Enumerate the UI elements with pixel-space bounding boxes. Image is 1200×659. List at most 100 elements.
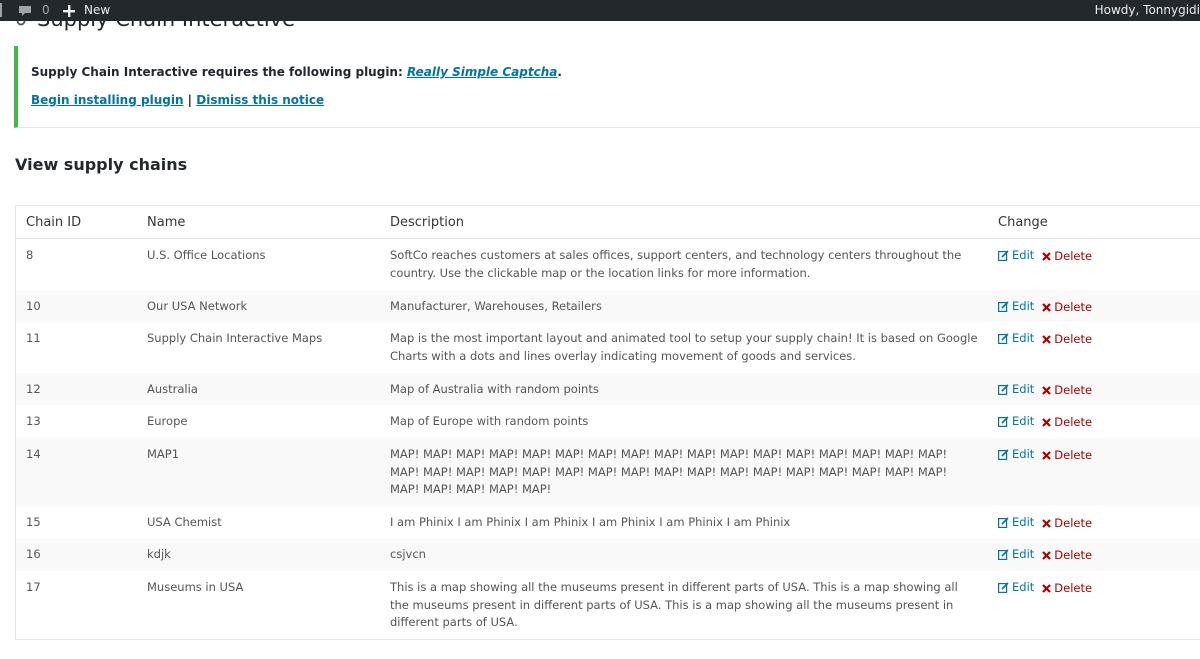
section-heading: View supply chains: [15, 155, 188, 174]
table-header: Chain ID Name Description Change: [16, 206, 1200, 239]
plugin-notice: Supply Chain Interactive requires the fo…: [14, 46, 1200, 128]
edit-button[interactable]: Edit: [998, 330, 1034, 348]
chain-name-cell: U.S. Office Locations: [147, 248, 266, 262]
edit-button[interactable]: Edit: [998, 514, 1034, 532]
user-greeting[interactable]: Howdy, Tonnygidi: [1095, 0, 1200, 21]
comments-link[interactable]: 0: [18, 0, 50, 21]
table-row: 12 Australia Map of Australia with random …: [16, 373, 1200, 405]
supply-chains-table: Chain ID Name Description Change 8 U.S. O…: [15, 205, 1200, 640]
header-description: Description: [390, 215, 465, 230]
chain-description-cell: MAP! MAP! MAP! MAP! MAP! MAP! MAP! MAP! …: [390, 447, 948, 496]
notice-message: Supply Chain Interactive requires the fo…: [31, 65, 562, 79]
delete-label: Delete: [1054, 332, 1093, 346]
page-title: Supply Chain Interactive: [15, 21, 295, 31]
table-row: 15 USA Chemist I am Phinix I am Phinix I a…: [16, 506, 1200, 538]
comment-count: 0: [42, 3, 50, 17]
page-title-area: Supply Chain Interactive: [15, 21, 615, 33]
edit-label: Edit: [1012, 515, 1035, 529]
dismiss-notice-link[interactable]: Dismiss this notice: [196, 93, 324, 107]
header-change: Change: [998, 215, 1048, 230]
delete-button[interactable]: Delete: [1042, 299, 1092, 317]
edit-icon: [998, 333, 1009, 345]
change-cell: Edit Delete: [998, 298, 1092, 318]
notice-separator: |: [187, 93, 193, 107]
table-row: 17 Museums in USA This is a map showing al…: [16, 571, 1200, 639]
chain-name-cell: Australia: [147, 382, 198, 396]
plugin-link[interactable]: Really Simple Captcha: [407, 65, 557, 79]
chain-name-cell: Museums in USA: [147, 580, 244, 594]
delete-button[interactable]: Delete: [1042, 447, 1092, 465]
edit-label: Edit: [1012, 248, 1035, 262]
edit-icon: [998, 517, 1009, 529]
delete-label: Delete: [1054, 300, 1093, 314]
edit-button[interactable]: Edit: [998, 446, 1034, 464]
chain-id-cell: 17: [26, 580, 41, 594]
edit-button[interactable]: Edit: [998, 579, 1034, 597]
edit-icon: [998, 582, 1009, 594]
chain-description-cell: This is a map showing all the museums pr…: [390, 580, 958, 629]
change-cell: Edit Delete: [998, 446, 1092, 466]
chain-name-cell: MAP1: [147, 447, 180, 461]
header-chain-id: Chain ID: [26, 215, 82, 230]
chain-id-cell: 16: [26, 547, 41, 561]
table-row: 11 Supply Chain Interactive Maps Map is th…: [16, 322, 1200, 373]
table-row: 13 Europe Map of Europe with random points…: [16, 405, 1200, 438]
chain-id-cell: 10: [26, 299, 41, 313]
plus-icon: [63, 4, 75, 17]
delete-icon: [1042, 551, 1052, 561]
admin-bar: 0 New Howdy, Tonnygidi: [0, 0, 1200, 21]
delete-button[interactable]: Delete: [1042, 382, 1092, 400]
chain-name-cell: Supply Chain Interactive Maps: [147, 331, 323, 345]
delete-label: Delete: [1054, 383, 1093, 397]
chain-name-cell: Europe: [147, 414, 188, 428]
edit-icon: [998, 449, 1009, 461]
notice-message-text: Supply Chain Interactive requires the fo…: [31, 65, 403, 79]
delete-button[interactable]: Delete: [1042, 547, 1092, 565]
chain-description-cell: I am Phinix I am Phinix I am Phinix I am…: [390, 515, 791, 529]
edit-label: Edit: [1012, 547, 1035, 561]
edit-label: Edit: [1012, 414, 1035, 428]
admin-bar-edge: [0, 3, 2, 17]
delete-button[interactable]: Delete: [1042, 515, 1092, 533]
delete-label: Delete: [1054, 548, 1093, 562]
change-cell: Edit Delete: [998, 579, 1092, 599]
edit-button[interactable]: Edit: [998, 247, 1034, 265]
change-cell: Edit Delete: [998, 546, 1092, 566]
edit-button[interactable]: Edit: [998, 546, 1034, 564]
chain-name-cell: Our USA Network: [147, 299, 248, 313]
new-content-button[interactable]: New: [63, 0, 110, 21]
edit-label: Edit: [1012, 580, 1035, 594]
edit-button[interactable]: Edit: [998, 298, 1034, 316]
delete-icon: [1042, 418, 1052, 428]
delete-label: Delete: [1054, 581, 1093, 595]
chain-description-cell: Manufacturer, Warehouses, Retailers: [390, 299, 602, 313]
delete-button[interactable]: Delete: [1042, 331, 1092, 349]
delete-button[interactable]: Delete: [1042, 248, 1092, 266]
new-label: New: [84, 3, 111, 17]
change-cell: Edit Delete: [998, 413, 1092, 433]
delete-button[interactable]: Delete: [1042, 414, 1092, 432]
delete-button[interactable]: Delete: [1042, 580, 1092, 598]
notice-actions: Begin installing plugin | Dismiss this n…: [31, 93, 324, 107]
chain-id-cell: 13: [26, 414, 41, 428]
chain-description-cell: SoftCo reaches customers at sales office…: [390, 248, 962, 280]
chain-id-cell: 14: [26, 447, 41, 461]
page-title-text: Supply Chain Interactive: [37, 21, 295, 31]
edit-icon: [998, 384, 1009, 396]
delete-label: Delete: [1054, 448, 1093, 462]
edit-label: Edit: [1012, 382, 1035, 396]
chain-description-cell: Map of Europe with random points: [390, 414, 589, 428]
chain-name-cell: kdjk: [147, 547, 171, 561]
header-name: Name: [147, 215, 186, 230]
edit-button[interactable]: Edit: [998, 381, 1034, 399]
chain-id-cell: 12: [26, 382, 41, 396]
begin-installing-link[interactable]: Begin installing plugin: [31, 93, 183, 107]
edit-button[interactable]: Edit: [998, 413, 1034, 431]
delete-icon: [1042, 335, 1052, 345]
chain-id-cell: 11: [26, 331, 41, 345]
edit-icon: [998, 416, 1009, 428]
comment-bubble-icon: [19, 5, 31, 16]
chain-name-cell: USA Chemist: [147, 515, 222, 529]
edit-label: Edit: [1012, 447, 1035, 461]
chain-description-cell: Map is the most important layout and ani…: [390, 331, 978, 363]
